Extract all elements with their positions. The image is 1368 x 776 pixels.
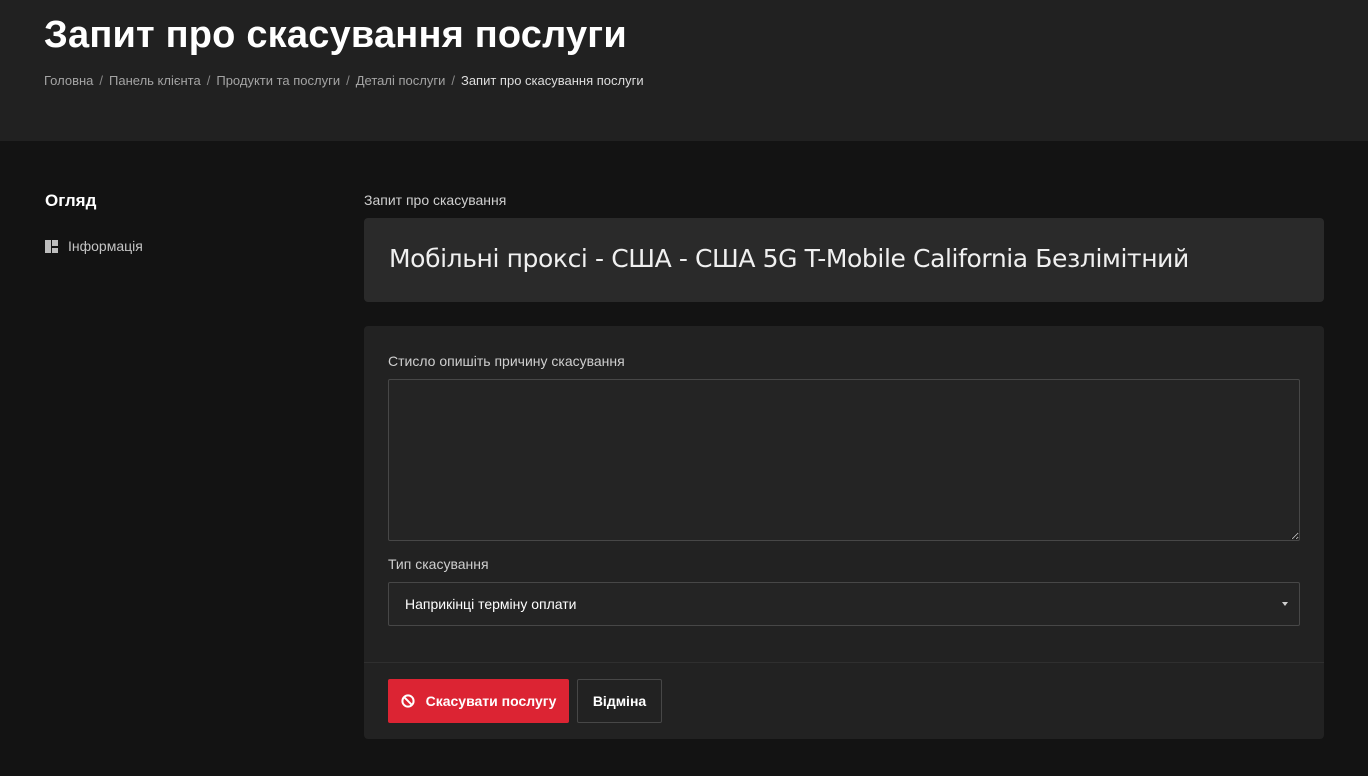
- product-name: Мобільні проксі - США - США 5G T-Mobile …: [389, 244, 1189, 273]
- reason-label: Стисло опишіть причину скасування: [388, 353, 625, 369]
- page-title: Запит про скасування послуги: [44, 14, 627, 56]
- page-header: Запит про скасування послуги Головна / Пан…: [0, 0, 1368, 141]
- breadcrumb-service-details[interactable]: Деталі послуги: [356, 73, 446, 88]
- breadcrumb-products-services[interactable]: Продукти та послуги: [216, 73, 340, 88]
- cancellation-type-select[interactable]: Наприкінці терміну оплати: [388, 582, 1300, 626]
- sidebar-title: Огляд: [45, 191, 97, 210]
- cancellation-type-value: Наприкінці терміну оплати: [405, 596, 577, 612]
- back-button[interactable]: Відміна: [577, 679, 662, 723]
- sidebar-item-information[interactable]: Інформація: [45, 238, 143, 254]
- breadcrumb-separator: /: [346, 73, 350, 88]
- cancel-service-button[interactable]: Скасувати послугу: [388, 679, 569, 723]
- cancellation-form: Стисло опишіть причину скасування Тип ск…: [364, 326, 1324, 739]
- caret-down-icon: [1282, 602, 1288, 606]
- breadcrumb-client-area[interactable]: Панель клієнта: [109, 73, 201, 88]
- cancel-service-label: Скасувати послугу: [425, 693, 557, 709]
- sidebar-item-label: Інформація: [68, 238, 143, 254]
- reason-textarea[interactable]: [388, 379, 1300, 541]
- cancellation-type-label: Тип скасування: [388, 556, 489, 572]
- product-card: Мобільні проксі - США - США 5G T-Mobile …: [364, 218, 1324, 302]
- breadcrumb-separator: /: [99, 73, 104, 88]
- breadcrumb-current: Запит про скасування послуги: [460, 73, 644, 88]
- ban-icon: [401, 694, 415, 708]
- breadcrumb: Головна / Панель клієнта / Продукти та послу…: [44, 73, 644, 88]
- dashboard-icon: [45, 239, 58, 253]
- breadcrumb-separator: /: [451, 73, 455, 88]
- section-label: Запит про скасування: [364, 192, 507, 208]
- breadcrumb-separator: /: [206, 73, 211, 88]
- divider: [364, 662, 1324, 663]
- breadcrumb-home[interactable]: Головна: [44, 73, 93, 88]
